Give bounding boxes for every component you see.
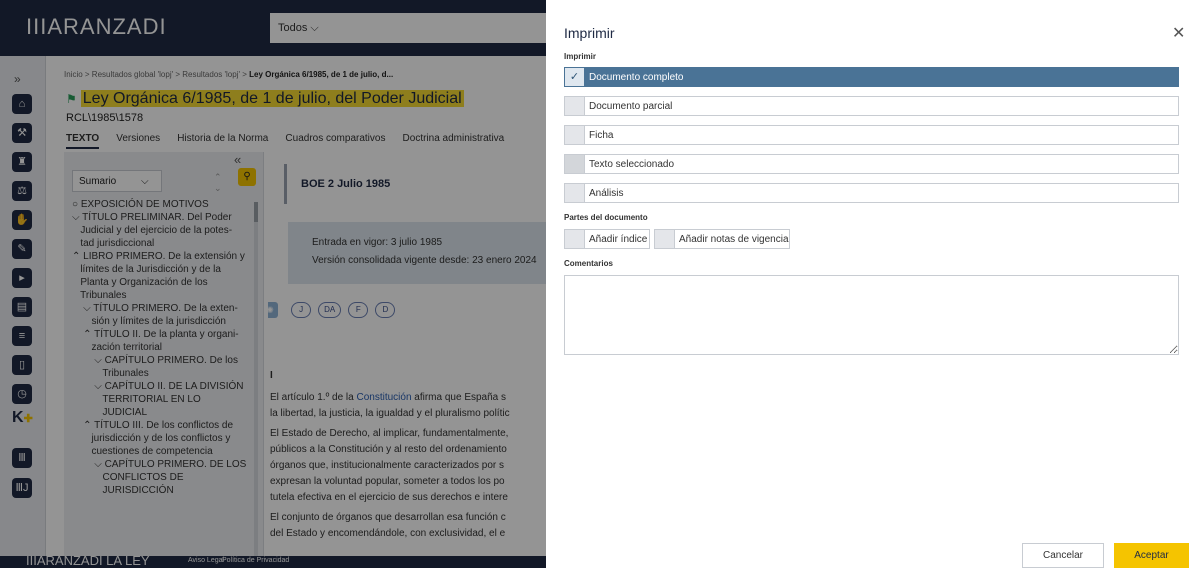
comments-textarea[interactable]	[564, 275, 1179, 355]
checkbox[interactable]	[565, 126, 585, 144]
dialog-title: Imprimir	[564, 25, 615, 41]
comments-label: Comentarios	[564, 259, 613, 268]
checkbox[interactable]	[655, 230, 675, 248]
option-label: Documento completo	[589, 72, 684, 83]
app-window: IIIARANZADI Todos ⌵ » ⌂ ⚒ ♜ ⚖ ✋ ✎ ▸ ▤ ≡ …	[0, 0, 1192, 568]
toggle-add-index[interactable]: Añadir índice	[564, 229, 650, 249]
option-analisis[interactable]: Análisis	[564, 183, 1179, 203]
checkmark-icon[interactable]: ✓	[565, 68, 585, 86]
checkbox[interactable]	[565, 184, 585, 202]
option-ficha[interactable]: Ficha	[564, 125, 1179, 145]
toggle-add-validity-notes[interactable]: Añadir notas de vigencia	[654, 229, 790, 249]
parts-section-label: Partes del documento	[564, 213, 648, 222]
option-documento-parcial[interactable]: Documento parcial	[564, 96, 1179, 116]
toggle-label: Añadir índice	[589, 234, 648, 245]
checkbox[interactable]	[565, 230, 585, 248]
option-texto-seleccionado[interactable]: Texto seleccionado	[564, 154, 1179, 174]
option-documento-completo[interactable]: ✓ Documento completo	[564, 67, 1179, 87]
cancel-button[interactable]: Cancelar	[1022, 543, 1104, 568]
option-label: Análisis	[589, 188, 624, 199]
accept-button[interactable]: Aceptar	[1114, 543, 1189, 568]
option-label: Ficha	[589, 130, 614, 141]
checkbox[interactable]	[565, 155, 585, 173]
close-icon[interactable]: ✕	[1172, 23, 1185, 43]
option-label: Documento parcial	[589, 101, 673, 112]
toggle-label: Añadir notas de vigencia	[679, 234, 789, 245]
checkbox[interactable]	[565, 97, 585, 115]
option-label: Texto seleccionado	[589, 159, 675, 170]
print-dialog: Imprimir ✕ Imprimir ✓ Documento completo …	[546, 0, 1192, 568]
modal-overlay[interactable]	[0, 0, 546, 568]
print-section-label: Imprimir	[564, 52, 597, 61]
